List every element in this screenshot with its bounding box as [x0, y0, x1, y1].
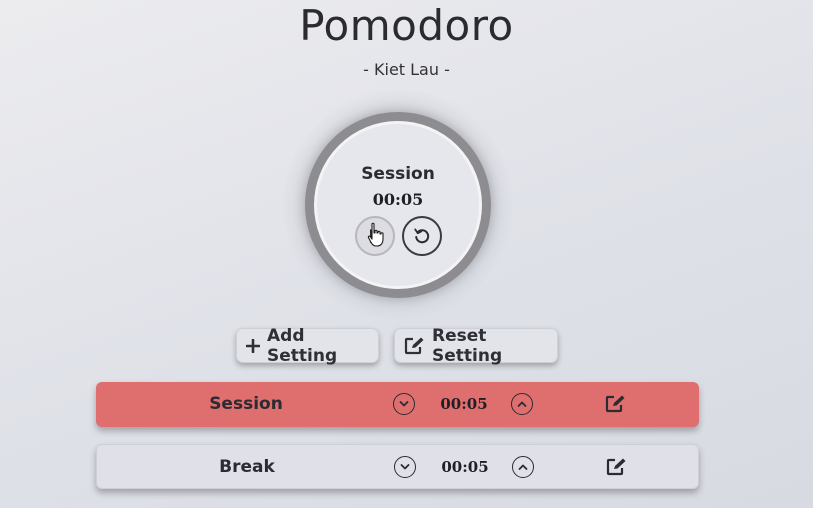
- author-subtitle: - Kiet Lau -: [363, 60, 450, 79]
- edit-setting-button[interactable]: [605, 394, 626, 417]
- edit-icon: [404, 336, 425, 355]
- setting-time: 00:05: [440, 395, 488, 413]
- edit-icon: [606, 458, 626, 476]
- setting-row-session: Session 00:05: [96, 382, 699, 427]
- reset-setting-button[interactable]: Reset Setting: [394, 325, 558, 366]
- add-setting-label: Add Setting: [267, 325, 338, 366]
- setting-name: Session: [209, 394, 283, 414]
- edit-icon: [605, 395, 625, 413]
- timer-face: Session 00:05: [314, 121, 482, 289]
- timer-label: Session: [361, 164, 435, 184]
- setting-name: Break: [219, 457, 275, 477]
- timer-time: 00:05: [372, 190, 424, 209]
- reset-setting-label: Reset Setting: [432, 325, 503, 366]
- app-title: Pomodoro: [299, 1, 514, 50]
- setting-row-break: Break 00:05: [96, 444, 699, 489]
- plus-icon: [246, 338, 260, 353]
- timer-dial: Session 00:05: [305, 112, 491, 298]
- reset-icon: [414, 228, 430, 244]
- chevron-down-icon: [399, 401, 409, 407]
- chevron-down-icon: [400, 464, 410, 470]
- hand-pointer-icon: [367, 222, 384, 247]
- increase-button[interactable]: [511, 393, 533, 415]
- edit-setting-button[interactable]: [606, 457, 627, 480]
- add-setting-button[interactable]: Add Setting: [236, 325, 379, 366]
- reset-button[interactable]: [402, 216, 442, 256]
- decrease-button[interactable]: [394, 456, 416, 478]
- decrease-button[interactable]: [393, 393, 415, 415]
- increase-button[interactable]: [512, 456, 534, 478]
- chevron-up-icon: [518, 464, 528, 470]
- chevron-up-icon: [517, 401, 527, 407]
- setting-time: 00:05: [441, 458, 489, 476]
